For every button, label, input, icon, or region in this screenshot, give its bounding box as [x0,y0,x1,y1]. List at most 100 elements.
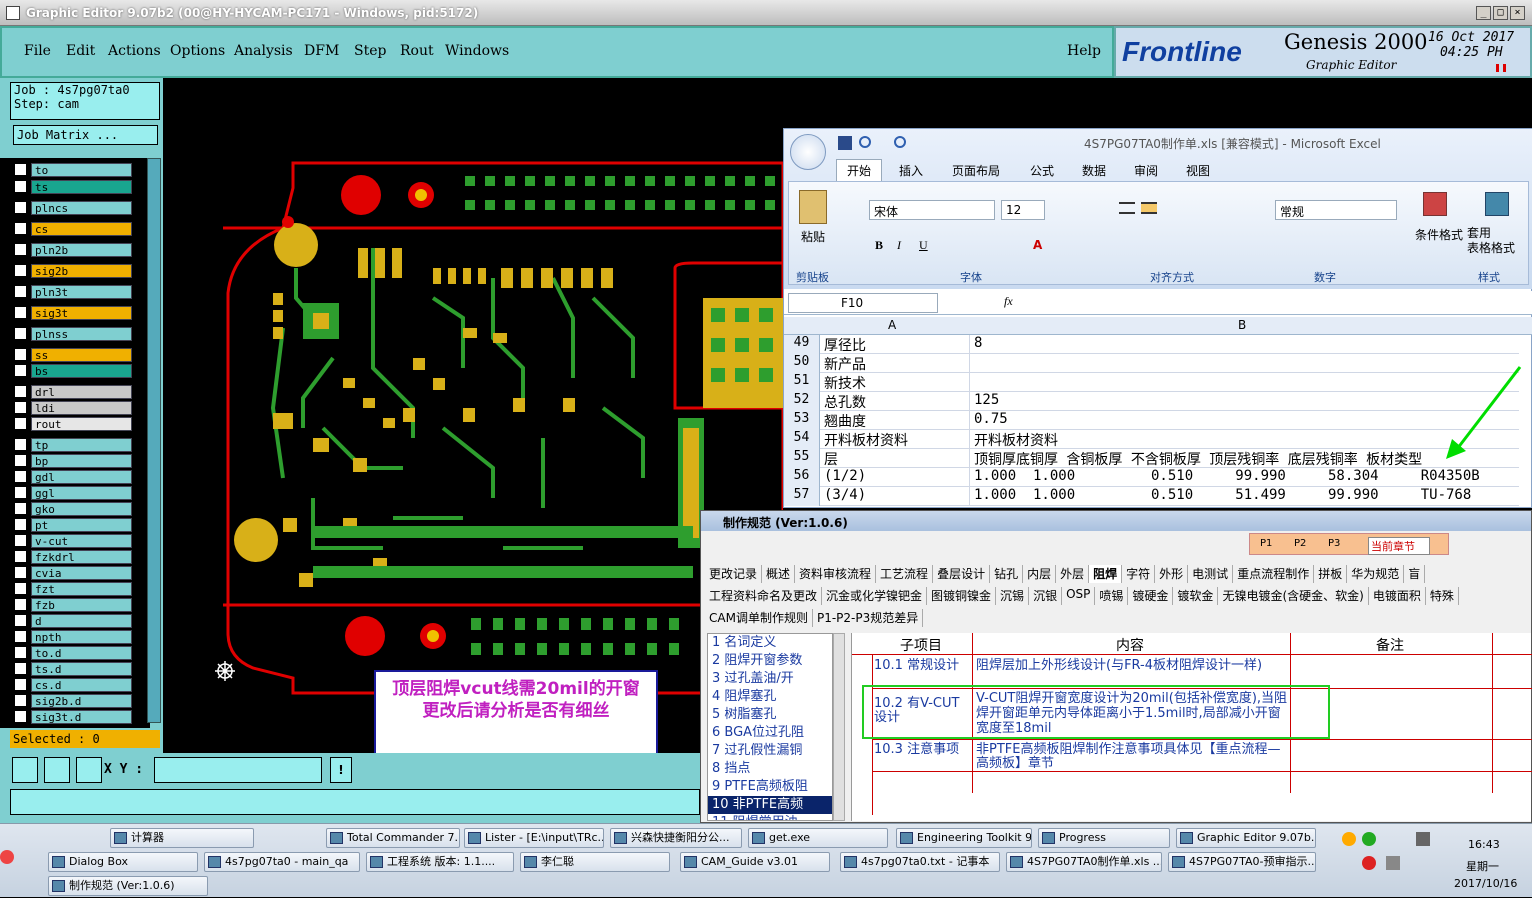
paste-icon[interactable] [799,190,827,224]
spec-tab[interactable]: 沉银 [1029,587,1063,605]
layer-name[interactable]: ts [31,179,132,194]
layer-name[interactable]: cvia [31,565,132,580]
option-p3[interactable]: P3 [1328,538,1340,549]
redo-icon[interactable] [894,136,906,148]
spec-tab[interactable]: 字符 [1122,565,1156,583]
layer-name[interactable]: cs [31,221,132,236]
menu-edit[interactable]: Edit [66,43,95,59]
spec-tab[interactable]: 电镀面积 [1369,587,1426,605]
layer-name[interactable]: sig2b.d [31,693,132,708]
undo-icon[interactable] [859,136,871,148]
table-format-icon[interactable] [1485,192,1509,216]
layer-name[interactable]: d [31,613,132,628]
layer-checkbox[interactable] [14,222,27,235]
layer-checkbox[interactable] [14,598,27,611]
option-p1[interactable]: P1 [1260,538,1272,549]
layer-row[interactable]: ggl [14,485,132,500]
volume-icon[interactable] [1386,856,1400,870]
layer-name[interactable]: ss [31,347,132,362]
taskbar-button[interactable]: 制作规范 (Ver:1.0.6) [48,876,208,896]
layer-row[interactable]: pt [14,517,132,532]
paste-label[interactable]: 粘贴 [801,228,825,245]
row-number[interactable]: 56 [784,468,820,487]
layer-checkbox[interactable] [14,486,27,499]
spec-tab[interactable]: 镀硬金 [1128,587,1174,605]
sheet-grid[interactable]: 49 厚径比 8 50 新产品 51 新技术 52 总孔数 125 53 翘曲度 0.75 54 开料板材资… [784,335,1532,509]
bold-icon[interactable]: B [875,238,891,254]
row-number[interactable]: 51 [784,373,820,392]
layer-row[interactable]: fzb [14,597,132,612]
layer-row[interactable]: plnss [14,326,132,341]
layer-name[interactable]: pln2b [31,242,132,257]
layer-checkbox[interactable] [14,662,27,675]
taskbar-button[interactable]: 4s7pg07ta0.txt - 记事本 [840,852,1000,872]
spec-tab[interactable]: 重点流程制作 [1233,565,1315,583]
spec-tab[interactable]: 工程资料命名及更改 [705,587,823,605]
menu-rout[interactable]: Rout [400,43,434,59]
tree-item[interactable]: 10 非PTFE高频 [708,796,832,814]
layer-checkbox[interactable] [14,646,27,659]
layer-checkbox[interactable] [14,364,27,377]
layer-name[interactable]: gdl [31,469,132,484]
spec-tab[interactable]: P1-P2-P3规范差异 [813,609,924,627]
spec-tab[interactable]: 沉锡 [996,587,1030,605]
layer-row[interactable]: gdl [14,469,132,484]
option-p2[interactable]: P2 [1294,538,1306,549]
layer-name[interactable]: pln3t [31,284,132,299]
close-button[interactable]: × [1510,6,1525,20]
font-color-icon[interactable]: A [1033,238,1049,254]
chapter-select[interactable]: 当前章节 [1368,537,1430,555]
spec-tab[interactable]: 阻焊 [1089,565,1123,583]
pcb-canvas[interactable] [163,78,785,753]
cell-a[interactable]: 厚径比 [822,335,970,354]
spec-tab[interactable]: OSP [1062,587,1096,605]
row-number[interactable]: 55 [784,449,820,468]
taskbar-button[interactable]: 4S7PG07TA0-预审指示... [1168,852,1316,872]
layer-row[interactable]: pln2b [14,242,132,257]
spec-tab[interactable]: 资料审核流程 [795,565,877,583]
taskbar-button[interactable]: 计算器 [110,828,254,848]
network-icon[interactable] [1416,832,1430,846]
spec-tab[interactable]: 钻孔 [990,565,1024,583]
spec-tab[interactable]: 盲 [1404,565,1426,583]
menu-step[interactable]: Step [354,43,386,59]
save-icon[interactable] [838,136,852,150]
layer-row[interactable]: cs.d [14,677,132,692]
menu-file[interactable]: File [24,43,51,59]
layer-row[interactable]: tp [14,437,132,452]
layer-list-scrollbar[interactable] [147,158,161,723]
layer-checkbox[interactable] [14,630,27,643]
layer-checkbox[interactable] [14,582,27,595]
row-number[interactable]: 57 [784,487,820,506]
tree-item[interactable]: 2 阻焊开窗参数 [708,652,832,670]
chapter-tree[interactable]: 1 名词定义 2 阻焊开窗参数 3 过孔盖油/开 4 阻焊塞孔 5 树脂塞孔 6 BGA位… [707,633,833,821]
layer-row[interactable]: v-cut [14,533,132,548]
cell-a[interactable]: (3/4) [822,487,970,506]
col-a-header[interactable]: A [888,318,896,332]
layer-checkbox[interactable] [14,550,27,563]
clock-time[interactable]: 16:43 [1468,838,1500,851]
spec-tab[interactable]: 图镀铜镍金 [927,587,997,605]
menu-dfm[interactable]: DFM [304,43,339,59]
spec-tab[interactable]: 外层 [1056,565,1090,583]
alert-icon[interactable]: ! [330,757,352,783]
layer-checkbox[interactable] [14,438,27,451]
layer-row[interactable]: ss [14,347,132,362]
layer-name[interactable]: sig2b [31,263,132,278]
font-name-select[interactable]: 宋体 [869,200,995,220]
tab-review[interactable]: 审阅 [1134,162,1158,179]
menu-help[interactable]: Help [1067,43,1101,59]
fx-icon[interactable]: fx [1004,294,1013,309]
tree-item[interactable]: 8 挡点 [708,760,832,778]
tree-item[interactable]: 7 过孔假性漏铜 [708,742,832,760]
layer-checkbox[interactable] [14,201,27,214]
taskbar-button[interactable]: Total Commander 7.... [326,828,460,848]
layer-row[interactable]: drl [14,384,132,399]
row-number[interactable]: 53 [784,411,820,430]
layer-name[interactable]: npth [31,629,132,644]
minimize-button[interactable]: _ [1476,6,1491,20]
tab-page-layout[interactable]: 页面布局 [952,162,1000,179]
layer-checkbox[interactable] [14,614,27,627]
table-format-label[interactable]: 套用 表格格式 [1467,226,1515,256]
taskbar-button[interactable]: Graphic Editor 9.07b... [1176,828,1316,848]
